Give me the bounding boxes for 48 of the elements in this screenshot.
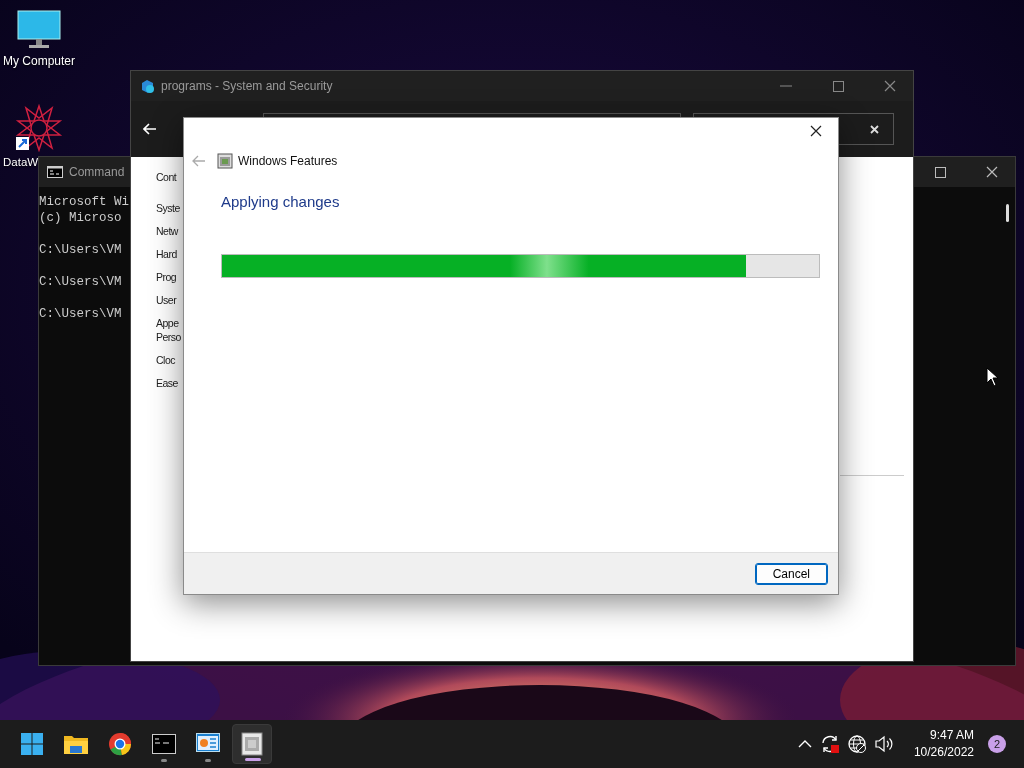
taskbar-app-button[interactable] (232, 724, 272, 764)
close-icon[interactable] (986, 166, 998, 178)
desktop-icon-label[interactable]: DataW (3, 156, 39, 168)
shield-icon (140, 78, 155, 94)
sidebar-link[interactable]: Netw (156, 224, 178, 238)
sidebar-link[interactable]: Prog (156, 270, 177, 284)
maximize-icon[interactable] (832, 80, 844, 92)
control-panel-icon (196, 733, 220, 755)
console-line: C:\Users\VM (39, 242, 122, 258)
console-line: C:\Users\VM (39, 274, 122, 290)
sidebar-link[interactable]: Syste (156, 201, 180, 215)
cancel-button[interactable]: Cancel (754, 562, 828, 585)
features-icon (241, 732, 263, 756)
console-line: Microsoft Wi (39, 194, 129, 210)
status-heading: Applying changes (221, 193, 340, 210)
maximize-icon[interactable] (934, 166, 946, 178)
mouse-pointer-icon (986, 367, 999, 387)
start-button (20, 732, 44, 756)
window-title: programs - System and Security (161, 79, 333, 93)
clock-date[interactable]: 10/26/2022 (913, 744, 974, 761)
console-icon (152, 734, 176, 754)
monitor-icon[interactable] (17, 10, 61, 50)
browser-icon (108, 732, 132, 756)
clear-icon[interactable] (870, 124, 879, 134)
sidebar-link[interactable]: User (156, 293, 177, 307)
scrollbar-thumb[interactable] (1006, 204, 1009, 222)
sidebar-link[interactable]: Ease (156, 376, 178, 390)
console-icon (47, 166, 63, 178)
sidebar-link[interactable]: Hard (156, 247, 177, 261)
speaker-icon[interactable] (873, 735, 894, 753)
close-icon[interactable] (810, 125, 822, 137)
sidebar-link[interactable]: Perso (156, 330, 181, 344)
console-line: C:\Users\VM (39, 306, 122, 322)
notification-badge[interactable]: 2 (988, 735, 1006, 753)
sync-icon[interactable] (819, 734, 840, 754)
sidebar-link[interactable]: Cloc (156, 353, 175, 367)
sidebar-link[interactable]: Appe (156, 316, 181, 330)
console-line: (c) Microso (39, 210, 122, 226)
desktop-icon-label[interactable]: My Computer (3, 54, 75, 68)
sidebar-link[interactable]: Cont (156, 171, 177, 183)
globe-icon[interactable] (847, 735, 866, 753)
folder-icon (63, 733, 89, 755)
clock-time[interactable]: 9:47 AM (929, 727, 974, 744)
chevron-up-icon[interactable] (797, 739, 812, 749)
features-icon (217, 153, 233, 169)
window-title: Command (69, 165, 125, 179)
star-shortcut-icon[interactable] (15, 104, 63, 152)
dialog-title: Windows Features (238, 154, 338, 168)
